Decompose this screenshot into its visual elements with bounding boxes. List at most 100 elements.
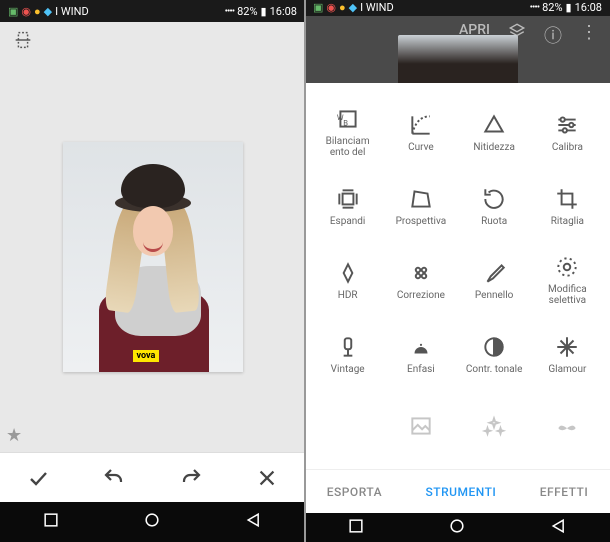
tool-label: Bilanciam ento del (316, 136, 380, 158)
expand-icon (335, 186, 361, 212)
tools-sheet: Calibra Nitidezza Curve WB Bilanciam ent… (305, 83, 610, 513)
tool-label: Correzione (397, 290, 445, 301)
white-balance-icon: WB (335, 106, 361, 132)
status-bar-right: 16:08 ▮ 82% •••• I WIND ◆ ● ◉ ▣ (305, 0, 610, 16)
tool-label: Modifica selettiva (535, 284, 599, 306)
editor-bottombar (0, 452, 305, 502)
tool-label: Vintage (331, 364, 365, 375)
heal-icon (408, 260, 434, 286)
battery-icon: ▮ (566, 1, 572, 14)
tool-prospettiva[interactable]: Prospettiva (384, 169, 457, 243)
battery-pct: 82% (237, 5, 257, 18)
tool-label: HDR (338, 290, 358, 301)
rotate-icon (481, 186, 507, 212)
tool-image[interactable] (384, 391, 457, 465)
tool-hdr[interactable]: HDR (311, 243, 384, 317)
tool-glamour[interactable]: Glamour (531, 317, 604, 391)
home-thumb (398, 35, 518, 83)
close-button[interactable] (247, 458, 287, 498)
tab-effetti[interactable]: EFFETTI (530, 479, 599, 505)
photo-preview[interactable]: vova (63, 142, 243, 372)
tune-icon (554, 112, 580, 138)
tool-label: Glamour (548, 364, 586, 375)
battery-pct: 82% (542, 1, 562, 14)
hdr-icon (335, 260, 361, 286)
nav-recent-icon[interactable] (41, 510, 61, 534)
home-header: ⋮ ⓘ APRI (305, 16, 610, 84)
notif-icon-2: ● (339, 1, 346, 14)
editor-canvas[interactable]: vova ★ (0, 62, 305, 452)
bottom-tabs: EFFETTI STRUMENTI ESPORTA (305, 469, 610, 513)
tool-grid: Calibra Nitidezza Curve WB Bilanciam ent… (305, 91, 610, 469)
confirm-button[interactable] (18, 458, 58, 498)
notif-icon-2: ● (34, 5, 41, 18)
tool-curve[interactable]: Curve (384, 95, 457, 169)
undo-button[interactable] (94, 458, 134, 498)
signal-icon: •••• (530, 2, 540, 13)
crop-icon (554, 186, 580, 212)
tools-panel: 16:08 ▮ 82% •••• I WIND ◆ ● ◉ ▣ ⋮ ⓘ APRI… (305, 0, 610, 542)
editor-topbar (0, 22, 305, 62)
signal-icon: •••• (225, 6, 235, 17)
info-icon[interactable]: ⓘ (544, 22, 562, 84)
carrier: I WIND (360, 1, 394, 14)
tool-ruota[interactable]: Ruota (458, 169, 531, 243)
vintage-icon (335, 334, 361, 360)
nav-back-icon[interactable] (244, 510, 264, 534)
tool-ritaglia[interactable]: Ritaglia (531, 169, 604, 243)
redo-button[interactable] (171, 458, 211, 498)
tool-enfasi[interactable]: Enfasi (384, 317, 457, 391)
android-navbar-right (305, 513, 610, 542)
tool-pennello[interactable]: Pennello (458, 243, 531, 317)
nav-home-icon[interactable] (142, 510, 162, 534)
tonal-icon (481, 334, 507, 360)
notif-icon: ◆ (44, 5, 52, 18)
tab-strumenti[interactable]: STRUMENTI (416, 479, 507, 505)
editor-panel: 16:08 ▮ 82% •••• I WIND ◆ ● ◉ ▣ (0, 0, 305, 542)
photo-watermark: vova (133, 350, 160, 362)
tool-espandi[interactable]: Espandi (311, 169, 384, 243)
tool-sparks[interactable] (458, 391, 531, 465)
mustache-icon (554, 413, 580, 439)
tool-modifica-selettiva[interactable]: Modifica selettiva (531, 243, 604, 317)
nav-home-icon[interactable] (447, 516, 467, 540)
tab-esporta[interactable]: ESPORTA (317, 479, 392, 505)
details-icon (481, 112, 507, 138)
image-icon (408, 413, 434, 439)
drama-icon (408, 334, 434, 360)
tool-vintage[interactable]: Vintage (311, 317, 384, 391)
sparkle-icon (554, 334, 580, 360)
tool-calibra[interactable]: Calibra (531, 95, 604, 169)
tool-bilanciamento[interactable]: WB Bilanciam ento del (311, 95, 384, 169)
notif-icon-3: ◉ (326, 1, 336, 14)
panel-divider (304, 0, 306, 542)
tool-correzione[interactable]: Correzione (384, 243, 457, 317)
perspective-icon (408, 186, 434, 212)
tool-label: Curve (408, 142, 434, 153)
tool-label: Enfasi (407, 364, 435, 375)
tool-label: Prospettiva (396, 216, 447, 227)
notif-icon-4: ▣ (8, 5, 18, 18)
curves-icon (408, 112, 434, 138)
notif-icon-4: ▣ (313, 1, 323, 14)
menu-icon[interactable]: ⋮ (580, 22, 598, 84)
brush-icon (481, 260, 507, 286)
tool-nitidezza[interactable]: Nitidezza (458, 95, 531, 169)
nav-back-icon[interactable] (549, 516, 569, 540)
status-bar-left: 16:08 ▮ 82% •••• I WIND ◆ ● ◉ ▣ (0, 0, 305, 22)
bookmark-icon[interactable]: ★ (6, 425, 22, 446)
tool-label: Ritaglia (551, 216, 584, 227)
svg-text:B: B (343, 119, 348, 128)
tool-contr-tonale[interactable]: Contr. tonale (458, 317, 531, 391)
battery-icon: ▮ (261, 5, 267, 18)
sparks-icon (481, 413, 507, 439)
tool-label: Nitidezza (473, 142, 515, 153)
tool-mustache[interactable] (531, 391, 604, 465)
carrier: I WIND (55, 5, 89, 18)
crop-aspect-icon[interactable] (12, 29, 34, 55)
tool-label: Pennello (475, 290, 513, 301)
tool-label: Calibra (552, 142, 583, 153)
nav-recent-icon[interactable] (346, 516, 366, 540)
android-navbar-left (0, 502, 305, 542)
notif-icon: ◆ (349, 1, 357, 14)
